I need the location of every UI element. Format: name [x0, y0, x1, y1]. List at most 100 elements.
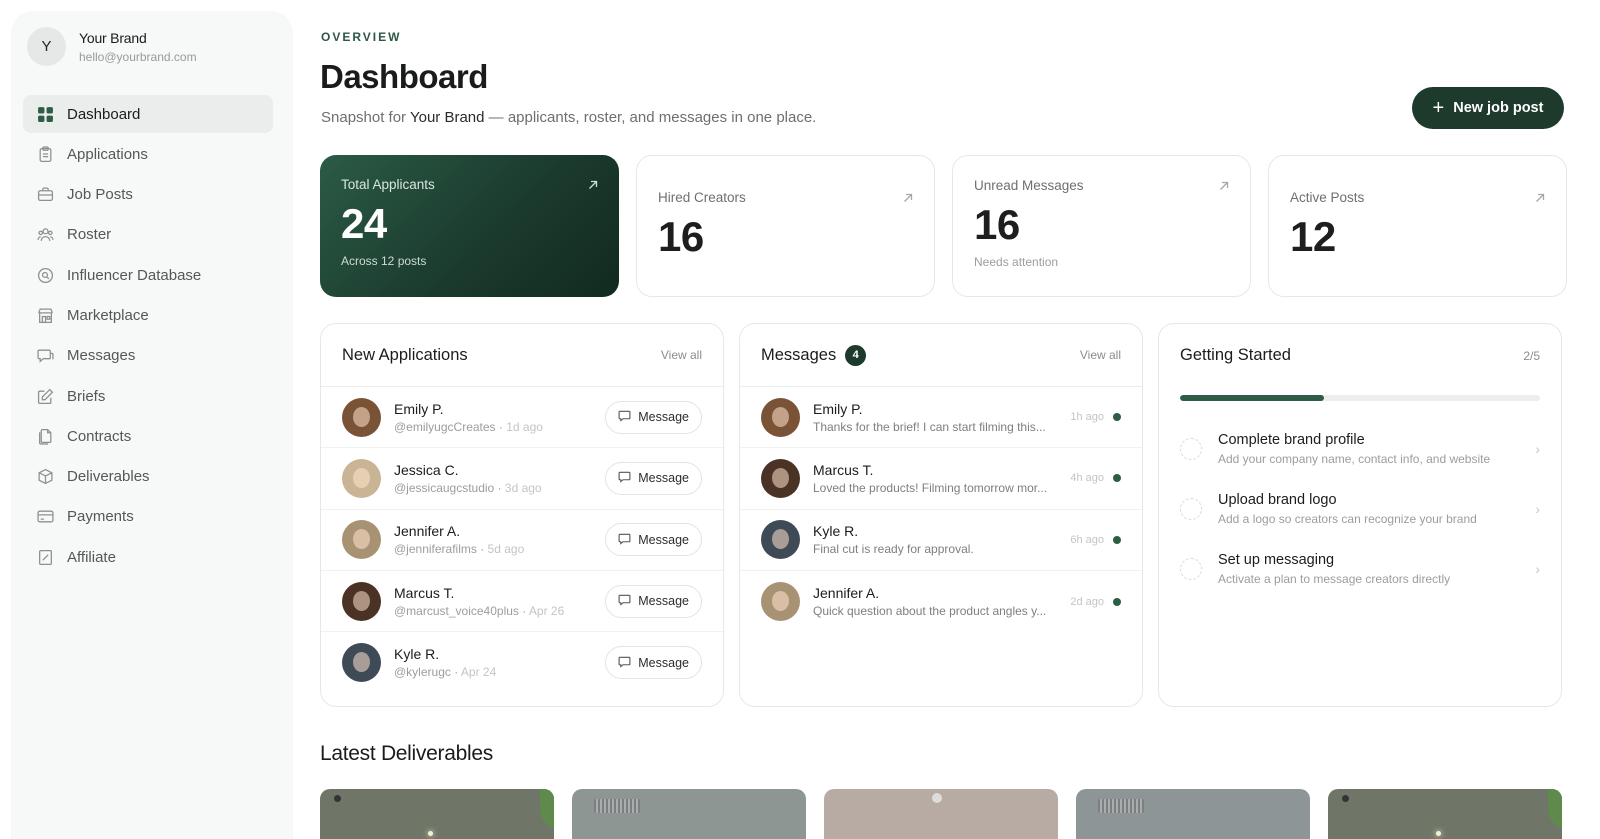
panel-title: Getting Started [1180, 346, 1291, 364]
message-button[interactable]: Message [605, 646, 702, 680]
application-row: Jessica C. @jessicaugcstudio · 3d ago Mess… [321, 448, 723, 510]
message-button-label: Message [638, 410, 689, 425]
box-icon [37, 468, 54, 485]
stat-value: 16 [658, 213, 704, 260]
onboarding-task[interactable]: Complete brand profile Add your company n… [1159, 419, 1561, 479]
sidebar-item-contracts[interactable]: Contracts [23, 417, 273, 455]
applied-time: 1d ago [506, 419, 543, 434]
deliverable-thumbnail[interactable] [572, 789, 806, 839]
applicant-name: Emily P. [394, 400, 444, 417]
message-button[interactable]: Message [605, 461, 702, 495]
deliverable-thumbnail[interactable] [824, 789, 1058, 839]
message-button-label: Message [638, 471, 689, 486]
sender-name: Jennifer A. [813, 585, 880, 602]
stat-card-total-applicants[interactable]: Total Applicants 24 Across 12 posts [320, 155, 619, 297]
message-preview: Quick question about the product angles … [813, 604, 1047, 619]
stat-value: 12 [1290, 213, 1336, 260]
message-row[interactable]: Marcus T. Loved the products! Filming tom… [740, 448, 1142, 510]
applied-time: Apr 24 [460, 665, 497, 680]
sidebar-item-applications[interactable]: Applications [23, 135, 273, 173]
sidebar-item-messages[interactable]: Messages [23, 337, 273, 375]
deliverable-thumbnail[interactable] [320, 789, 554, 839]
progress-fill [1180, 395, 1324, 401]
view-all-messages-link[interactable]: View all [1080, 348, 1121, 362]
chevron-right-icon: › [1535, 501, 1540, 517]
message-button[interactable]: Message [605, 584, 702, 618]
chat-icon [618, 470, 638, 486]
application-row: Jennifer A. @jenniferafilms · 5d ago Messa… [321, 510, 723, 571]
sidebar-item-job-posts[interactable]: Job Posts [23, 176, 273, 214]
users-icon [37, 226, 54, 243]
sidebar-item-label: Payments [67, 508, 134, 526]
message-button-label: Message [638, 532, 689, 547]
sidebar-item-marketplace[interactable]: Marketplace [23, 296, 273, 334]
sidebar-item-payments[interactable]: Payments [23, 498, 273, 536]
stat-note: Across 12 posts [341, 254, 427, 268]
deliverable-thumbnail[interactable] [1328, 789, 1562, 839]
plus-icon: + [1432, 97, 1445, 119]
document-icon [37, 428, 54, 445]
avatar [342, 458, 381, 498]
applicant-handle: @kylerugc [394, 665, 451, 680]
sidebar-item-briefs[interactable]: Briefs [23, 377, 273, 415]
avatar [761, 458, 800, 498]
stat-label: Total Applicants [341, 177, 435, 192]
briefcase-icon [37, 186, 54, 203]
sender-name: Emily P. [813, 400, 863, 417]
chat-icon [37, 347, 54, 364]
onboarding-task[interactable]: Set up messaging Activate a plan to messa… [1159, 539, 1561, 599]
applicant-name: Marcus T. [394, 584, 455, 601]
sidebar-item-influencer-database[interactable]: Influencer Database [23, 256, 273, 294]
sidebar-item-label: Messages [67, 347, 136, 365]
stat-value: 24 [341, 200, 387, 247]
avatar [342, 643, 381, 683]
message-button-label: Message [638, 594, 689, 609]
application-row: Emily P. @emilyugcCreates · 1d ago Message [321, 387, 723, 449]
message-row[interactable]: Emily P. Thanks for the brief! I can star… [740, 387, 1142, 449]
task-status-icon [1180, 558, 1202, 580]
stat-value: 16 [974, 201, 1020, 248]
latest-deliverables-title: Latest Deliverables [320, 742, 493, 765]
brand-account[interactable]: Y Your Brand hello@yourbrand.com [27, 27, 197, 66]
new-job-post-button[interactable]: + New job post [1412, 87, 1564, 129]
avatar [342, 520, 381, 560]
task-title: Upload brand logo [1218, 492, 1337, 508]
avatar [761, 582, 800, 622]
message-row[interactable]: Kyle R. Final cut is ready for approval. 6… [740, 510, 1142, 571]
sidebar-item-dashboard[interactable]: Dashboard [23, 95, 273, 133]
grid-icon [37, 106, 54, 123]
view-all-applications-link[interactable]: View all [661, 348, 702, 362]
task-title: Set up messaging [1218, 552, 1335, 568]
sidebar-item-label: Influencer Database [67, 266, 202, 284]
chat-icon [618, 593, 638, 609]
stat-card-active-posts[interactable]: Active Posts 12 [1268, 155, 1567, 297]
chevron-right-icon: › [1535, 441, 1540, 457]
avatar: Y [27, 27, 66, 66]
application-row: Kyle R. @kylerugc · Apr 24 Message [321, 632, 723, 693]
avatar [761, 397, 800, 437]
message-button[interactable]: Message [605, 523, 702, 557]
sidebar-item-label: Job Posts [67, 186, 133, 204]
page-subtitle: Snapshot for Your Brand — applicants, ro… [321, 109, 816, 126]
search-circle-icon [37, 267, 54, 284]
applicant-handle: @jessicaugcstudio [394, 480, 495, 495]
sidebar-item-deliverables[interactable]: Deliverables [23, 458, 273, 496]
sidebar-item-affiliate[interactable]: Affiliate [23, 538, 273, 576]
page-eyebrow: OVERVIEW [321, 30, 402, 44]
applied-time: Apr 26 [528, 603, 565, 618]
message-row[interactable]: Jennifer A. Quick question about the prod… [740, 571, 1142, 632]
message-button-label: Message [638, 655, 689, 670]
onboarding-task[interactable]: Upload brand logo Add a logo so creators … [1159, 479, 1561, 539]
message-time: 1h ago [1070, 411, 1104, 424]
subtitle-suffix: — applicants, roster, and messages in on… [488, 109, 817, 126]
sender-name: Kyle R. [813, 523, 859, 540]
message-button[interactable]: Message [605, 400, 702, 434]
sidebar-item-roster[interactable]: Roster [23, 216, 273, 254]
applied-time: 5d ago [487, 542, 525, 557]
sidebar-item-label: Dashboard [67, 105, 141, 123]
sidebar-item-label: Briefs [67, 387, 106, 405]
stat-card-hired-creators[interactable]: Hired Creators 16 [636, 155, 935, 297]
deliverable-thumbnail[interactable] [1076, 789, 1310, 839]
stat-card-unread-messages[interactable]: Unread Messages 16 Needs attention [952, 155, 1251, 297]
application-row: Marcus T. @marcust_voice40plus · Apr 26 Me… [321, 571, 723, 633]
